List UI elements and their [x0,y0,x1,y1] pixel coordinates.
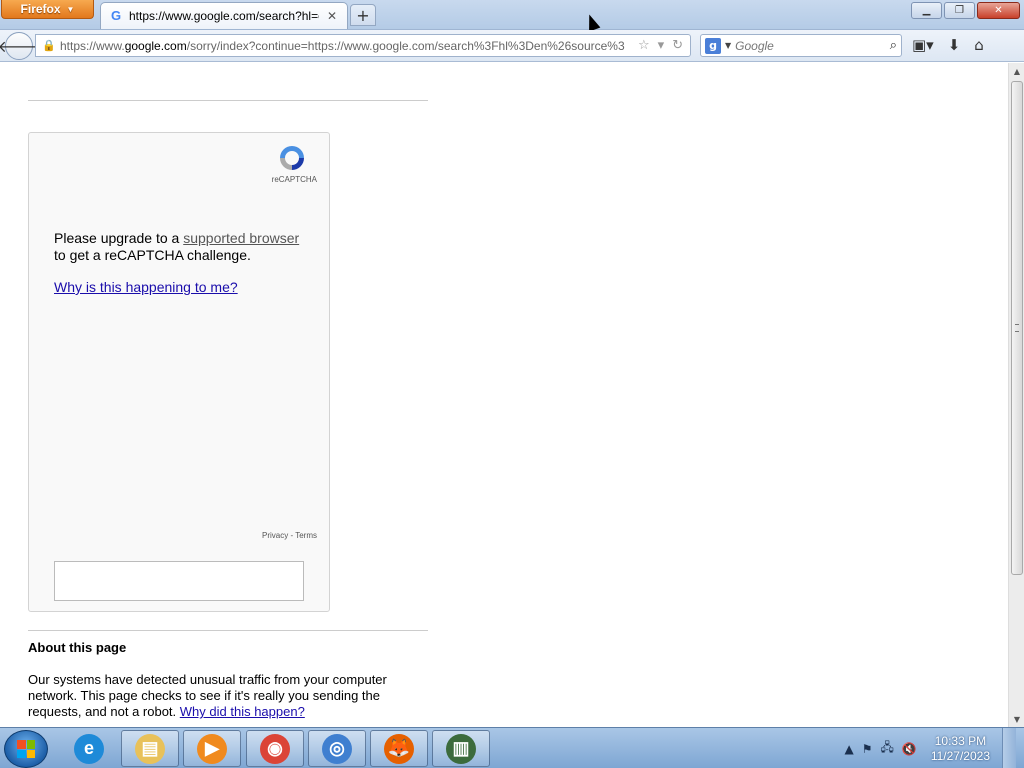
supported-browser-link[interactable]: supported browser [183,230,299,246]
tab-google-search[interactable]: G https://www.google.com/search?hl=en...… [100,2,348,29]
downloads-icon[interactable]: ⬇ [948,36,961,54]
url-prefix: https://www. [60,38,125,53]
internet-explorer-icon: e [74,733,104,764]
chromium-icon: ◎ [322,733,352,764]
taskbar-file-explorer-button[interactable]: ▤ [121,730,179,767]
firefox-menu-label: Firefox [20,2,61,16]
bookmarks-menu-icon[interactable]: ▣▾ [912,36,934,54]
scroll-up-icon[interactable]: ▲ [1009,63,1024,79]
search-icon[interactable]: ⌕ [890,38,897,53]
chrome-icon: ◉ [260,733,290,764]
file-explorer-icon: ▤ [135,733,165,764]
recaptcha-brand-label: reCAPTCHA [271,175,317,184]
windows-logo-icon [17,740,35,758]
show-desktop-button[interactable] [1002,728,1016,768]
task-manager-icon: ▥ [446,733,476,764]
mouse-cursor-icon [583,12,601,32]
media-player-icon: ▶ [197,733,227,764]
network-icon[interactable]: 🖧 [880,738,893,759]
start-button[interactable] [4,730,48,768]
show-hidden-icons-icon[interactable]: ▲ [844,742,853,756]
close-window-button[interactable]: ✕ [977,2,1020,19]
why-happening-link[interactable]: Why is this happening to me? [54,279,238,295]
bottom-divider [28,630,428,631]
search-bar[interactable]: g ▼ Google ⌕ [700,34,902,57]
home-icon[interactable]: ⌂ [974,36,984,54]
action-center-flag-icon[interactable]: ⚑ [862,742,873,756]
upgrade-suffix: to get a reCAPTCHA challenge. [54,247,251,263]
clock-time: 10:33 PM [934,733,987,748]
top-divider [28,100,428,101]
clock[interactable]: 10:33 PM 11/27/2023 [931,734,990,764]
privacy-link[interactable]: Privacy [262,531,288,540]
url-bar[interactable]: 🔒 https://www.google.com/sorry/index?con… [35,34,691,57]
url-rest: /sorry/index?continue=https://www.google… [186,38,625,53]
chevron-down-icon: ▼ [66,4,75,14]
scroll-grip-icon [1015,324,1019,332]
lock-icon: 🔒 [42,39,56,52]
url-host: google.com [124,38,187,53]
captcha-response-input[interactable] [54,561,304,601]
history-dropdown-icon[interactable]: ▾ [658,38,665,53]
taskbar-task-manager-button[interactable]: ▥ [432,730,490,767]
minimize-button[interactable]: ▁ [911,2,942,19]
new-tab-button[interactable]: + [350,4,376,26]
clock-date: 11/27/2023 [930,748,990,763]
why-did-this-happen-link[interactable]: Why did this happen? [180,704,305,719]
toolbar-icons: ▣▾ ⬇ ⌂ [912,36,984,54]
taskbar-chrome-button[interactable]: ◉ [246,730,304,767]
google-favicon-icon: G [110,8,122,23]
taskbar-chromium-button[interactable]: ◎ [308,730,366,767]
close-tab-icon[interactable]: ✕ [325,9,339,23]
window-controls: ▁ ❐ ✕ [911,2,1020,19]
navigation-bar: 🡐 🔒 https://www.google.com/sorry/index?c… [0,30,1024,62]
firefox-menu-button[interactable]: Firefox ▼ [1,0,94,19]
taskbar-firefox-button[interactable]: 🦊 [370,730,428,767]
taskbar-internet-explorer-button[interactable]: e [60,730,118,767]
about-text-block: Our systems have detected unusual traffi… [28,672,408,720]
privacy-terms: Privacy - Terms [262,531,317,540]
vertical-scrollbar[interactable]: ▲ ▼ [1008,63,1024,727]
recaptcha-logo-icon [280,146,304,170]
recaptcha-widget: reCAPTCHA Please upgrade to a supported … [28,132,330,612]
upgrade-prefix: Please upgrade to a [54,230,184,246]
url-text[interactable]: https://www.google.com/sorry/index?conti… [60,39,630,53]
terms-link[interactable]: Terms [295,531,317,540]
search-engine-dropdown-icon[interactable]: ▼ [725,41,731,50]
title-bar: Firefox ▼ G https://www.google.com/searc… [0,0,1024,32]
upgrade-message: Please upgrade to a supported browser to… [54,230,314,264]
taskbar: e ▤ ▶ ◉ ◎ 🦊 ▥ ▲ ⚑ 🖧 🔇 10:33 PM 11/27/2023 [0,727,1024,768]
taskbar-media-player-button[interactable]: ▶ [183,730,241,767]
restore-button[interactable]: ❐ [944,2,975,19]
back-button[interactable]: 🡐 [0,32,40,60]
search-input[interactable]: Google [735,39,886,53]
scroll-thumb[interactable] [1011,81,1023,575]
google-search-engine-icon[interactable]: g [705,37,721,54]
about-title: About this page [28,640,127,655]
bookmark-star-icon[interactable]: ☆ [638,38,650,53]
page-content: reCAPTCHA Please upgrade to a supported … [0,63,1008,727]
tab-title: https://www.google.com/search?hl=en... [129,9,319,23]
system-tray: ▲ ⚑ 🖧 🔇 10:33 PM 11/27/2023 [844,728,1024,768]
reload-icon[interactable]: ↻ [672,38,683,53]
firefox-icon: 🦊 [384,733,414,764]
volume-muted-icon[interactable]: 🔇 [902,742,917,756]
url-bar-icons: ☆ ▾ ↻ [638,38,683,53]
scroll-down-icon[interactable]: ▼ [1009,711,1024,727]
